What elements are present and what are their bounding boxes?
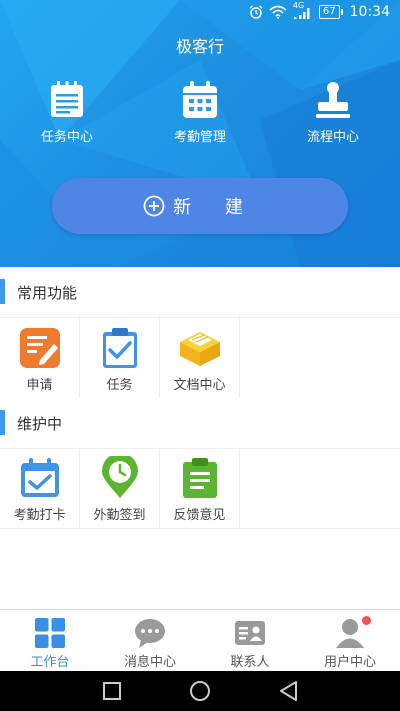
- grid-item-label: 文档中心: [173, 378, 226, 393]
- section-header-common: 常用功能: [0, 267, 400, 318]
- quick-action-attendance[interactable]: 考勤管理: [145, 80, 255, 145]
- quick-action-label: 流程中心: [306, 130, 359, 145]
- section-title: 维护中: [17, 415, 63, 433]
- battery-indicator: 67: [318, 5, 343, 19]
- nav-item-contacts[interactable]: 联系人: [200, 610, 300, 672]
- square-icon: [103, 682, 121, 700]
- header: 4G 67 10:34 极客行 任务中心 考勤管理 流程中心 新 建: [0, 0, 400, 267]
- new-button[interactable]: 新 建: [52, 178, 348, 234]
- cellular-signal: 4G: [293, 1, 313, 20]
- section-accent-bar: [0, 279, 5, 304]
- bottom-nav: 工作台 消息中心 联系人 用户中心: [0, 609, 400, 672]
- task-list-icon: [51, 81, 83, 117]
- signal-icon: [293, 8, 310, 19]
- back-button[interactable]: [277, 679, 301, 703]
- quick-action-workflow[interactable]: 流程中心: [278, 80, 388, 145]
- grid-item-feedback[interactable]: 反馈意见: [160, 448, 240, 528]
- nav-label: 用户中心: [323, 655, 376, 670]
- grid-item-task[interactable]: 任务: [80, 318, 160, 398]
- grid-item-label: 外勤签到: [93, 508, 146, 523]
- grid-item-field-checkin[interactable]: 外勤签到: [80, 448, 160, 528]
- nav-label: 工作台: [30, 655, 70, 670]
- contact-card-icon: [235, 621, 265, 645]
- screen: 4G 67 10:34 极客行 任务中心 考勤管理 流程中心 新 建 常用功能 …: [0, 0, 400, 711]
- grid-item-document-center[interactable]: 文档中心: [160, 318, 240, 398]
- status-bar: 4G 67 10:34: [0, 0, 400, 26]
- stamp-icon: [316, 82, 350, 118]
- new-button-label: 新 建: [173, 197, 257, 218]
- calendar-check-icon: [20, 458, 59, 497]
- grid-item-label: 申请: [26, 378, 53, 393]
- chat-icon: [135, 619, 165, 648]
- grid-item-label: 任务: [106, 378, 133, 393]
- nav-label: 消息中心: [123, 655, 176, 670]
- clipboard-check-icon: [102, 328, 137, 368]
- recent-apps-button[interactable]: [100, 679, 124, 703]
- location-clock-icon: [101, 456, 138, 498]
- app-title: 极客行: [175, 37, 224, 56]
- nav-item-user-center[interactable]: 用户中心: [300, 610, 400, 672]
- section-accent-bar: [0, 410, 5, 435]
- notification-badge: [362, 616, 371, 625]
- apply-icon: [19, 328, 60, 368]
- user-icon: [336, 619, 364, 648]
- nav-item-workbench[interactable]: 工作台: [0, 610, 100, 672]
- grid-icon: [35, 618, 65, 648]
- section-header-maintenance: 维护中: [0, 398, 400, 449]
- quick-action-label: 任务中心: [40, 130, 93, 145]
- grid-item-label: 考勤打卡: [13, 508, 66, 523]
- triangle-back-icon: [280, 681, 297, 701]
- alarm-icon: [249, 5, 263, 19]
- maintenance-grid: 考勤打卡 外勤签到 反馈意见: [0, 448, 400, 529]
- system-navigation-bar: [0, 671, 400, 711]
- nav-label: 联系人: [230, 655, 270, 670]
- circle-icon: [190, 681, 210, 701]
- calendar-icon: [183, 81, 217, 118]
- common-functions-grid: 申请 任务 文档中心: [0, 318, 400, 399]
- home-button[interactable]: [188, 679, 212, 703]
- feedback-icon: [182, 458, 217, 498]
- grid-item-label: 反馈意见: [173, 508, 226, 523]
- grid-item-attendance-punch[interactable]: 考勤打卡: [0, 448, 80, 528]
- quick-action-task-center[interactable]: 任务中心: [12, 80, 122, 145]
- section-title: 常用功能: [17, 284, 78, 302]
- plus-circle-icon: [143, 195, 165, 217]
- wifi-icon: [269, 5, 287, 19]
- document-box-icon: [179, 332, 220, 366]
- status-time: 10:34: [349, 4, 390, 20]
- quick-action-label: 考勤管理: [173, 130, 226, 145]
- nav-item-messages[interactable]: 消息中心: [100, 610, 200, 672]
- grid-item-apply[interactable]: 申请: [0, 318, 80, 398]
